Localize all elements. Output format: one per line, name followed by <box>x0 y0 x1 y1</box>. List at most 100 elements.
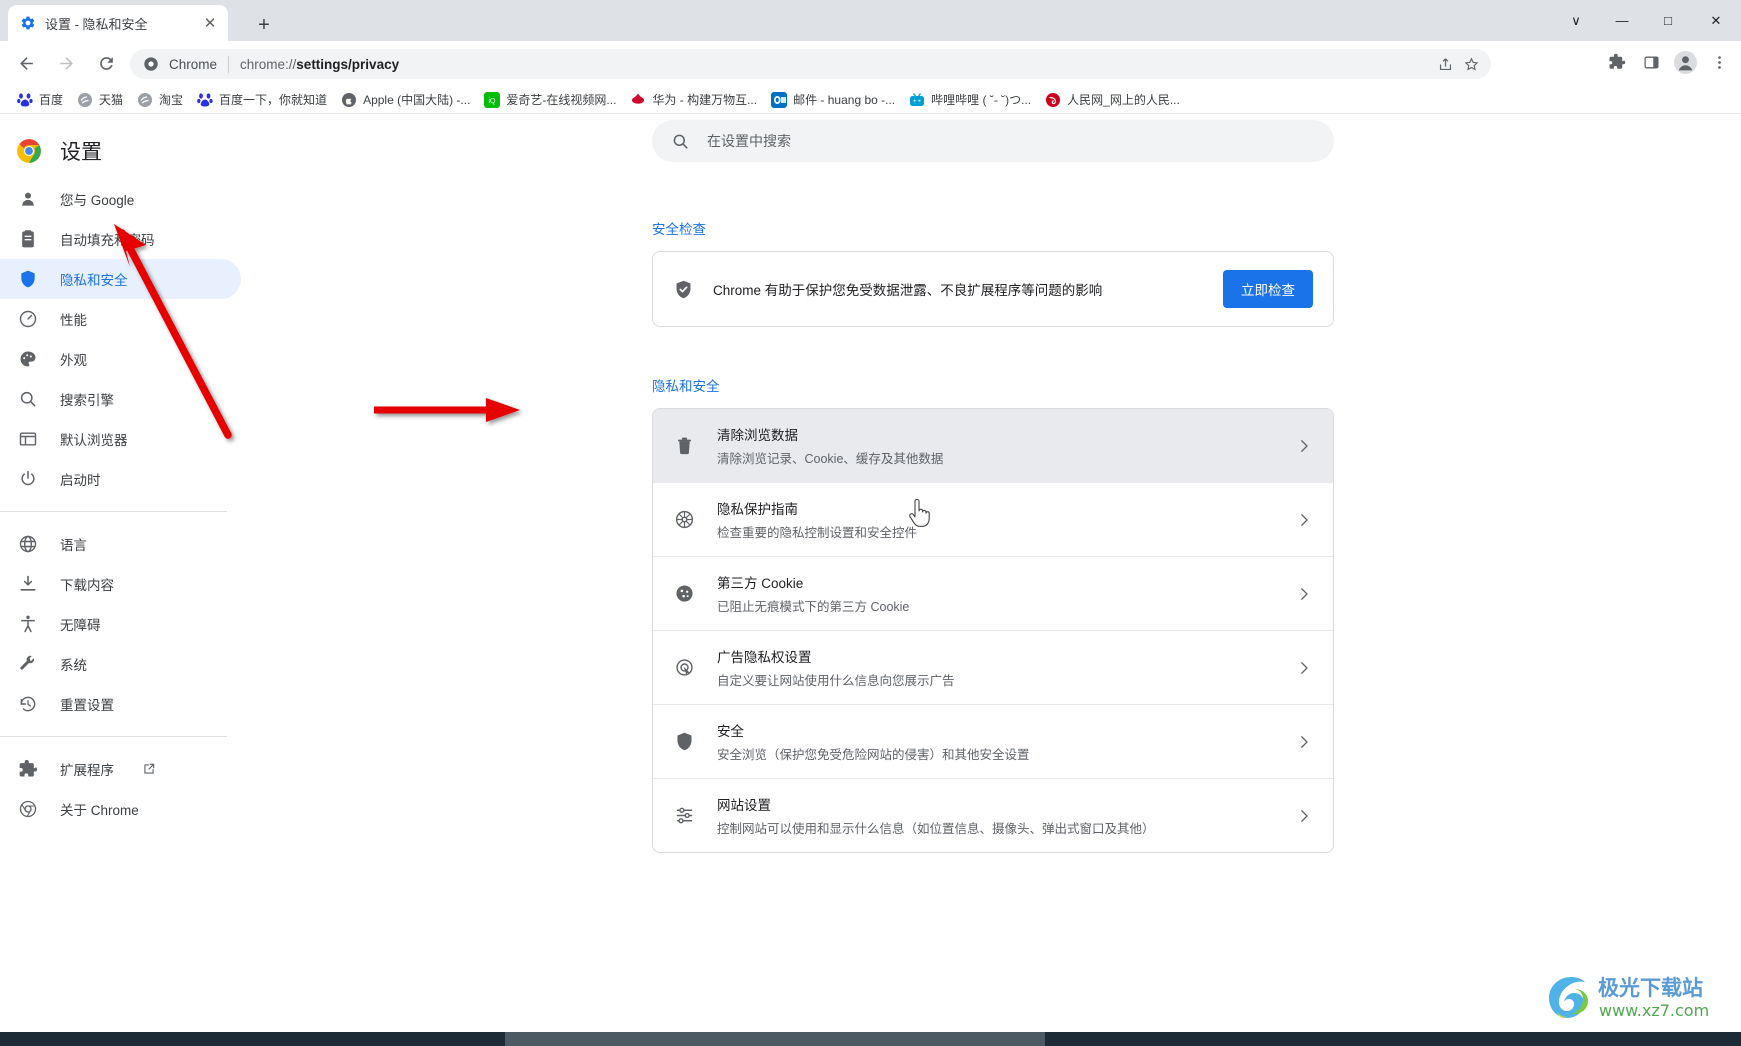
sidebar-item-label: 扩展程序 <box>60 763 114 778</box>
bookmark-item[interactable]: 人民网_网上的人民... <box>1038 88 1187 111</box>
settings-page: 设置 您与 Google 自动填充和密码 隐私和安全 性能 外观 搜索引擎 默认… <box>0 114 1741 1032</box>
chevron-right-icon <box>1301 439 1308 452</box>
sidebar-item-system[interactable]: 系统 <box>0 644 241 684</box>
row-privacy-guide[interactable]: 隐私保护指南 检查重要的隐私控制设置和安全控件 <box>653 482 1333 556</box>
title-bar: 设置 - 隐私和安全 ✕ + ∨ — □ ✕ <box>0 0 1741 41</box>
row-site-settings[interactable]: 网站设置 控制网站可以使用和显示什么信息（如位置信息、摄像头、弹出式窗口及其他） <box>653 778 1333 852</box>
omnibox-brand: Chrome <box>169 56 218 72</box>
row-clear-browsing-data[interactable]: 清除浏览数据 清除浏览记录、Cookie、缓存及其他数据 <box>653 409 1333 482</box>
browser-tab[interactable]: 设置 - 隐私和安全 ✕ <box>8 5 228 41</box>
sidebar-item-default-browser[interactable]: 默认浏览器 <box>0 419 241 459</box>
bookmark-item[interactable]: 邮件 - huang bo -... <box>764 88 902 111</box>
browser-toolbar: Chrome chrome://settings/privacy <box>0 41 1741 86</box>
sidebar-item-downloads[interactable]: 下载内容 <box>0 564 241 604</box>
sidebar-item-autofill-passwords[interactable]: 自动填充和密码 <box>0 219 241 259</box>
bookmark-item[interactable]: 百度一下，你就知道 <box>190 88 334 111</box>
back-icon[interactable] <box>9 47 43 81</box>
globe-icon <box>19 535 37 553</box>
bookmark-label: 邮件 - huang bo -... <box>793 93 896 107</box>
bookmark-item[interactable]: 百度 <box>10 88 70 111</box>
sidebar-item-label: 搜索引擎 <box>60 393 114 408</box>
sidebar-item-about-chrome[interactable]: 关于 Chrome <box>0 789 241 829</box>
privacy-rows: 清除浏览数据 清除浏览记录、Cookie、缓存及其他数据 隐私保护指南 检查重要… <box>652 408 1334 853</box>
bookmark-item[interactable]: 哔哩哔哩 ( ˘- ˘)つ... <box>902 88 1038 111</box>
clipboard-icon <box>22 230 34 248</box>
tab-title: 设置 - 隐私和安全 <box>45 16 148 32</box>
row-ad-privacy[interactable]: 广告隐私权设置 自定义要让网站使用什么信息向您展示广告 <box>653 630 1333 704</box>
forward-icon[interactable] <box>49 47 83 81</box>
sidebar-item-languages[interactable]: 语言 <box>0 524 241 564</box>
window-controls: ∨ — □ ✕ <box>1553 0 1741 41</box>
row-title: 隐私保护指南 <box>717 502 798 517</box>
sidebar-item-appearance[interactable]: 外观 <box>0 339 241 379</box>
sidebar-item-accessibility[interactable]: 无障碍 <box>0 604 241 644</box>
address-bar[interactable]: Chrome chrome://settings/privacy <box>130 49 1491 79</box>
close-window-icon[interactable]: ✕ <box>1691 0 1741 41</box>
new-tab-button[interactable]: + <box>250 11 278 39</box>
sidebar-item-you-and-google[interactable]: 您与 Google <box>0 179 241 219</box>
sidebar-item-label: 关于 Chrome <box>60 803 139 818</box>
sidebar-item-privacy-and-security[interactable]: 隐私和安全 <box>0 259 241 299</box>
side-panel-icon[interactable] <box>1635 46 1667 78</box>
search-icon <box>673 134 688 149</box>
settings-sidebar: 设置 您与 Google 自动填充和密码 隐私和安全 性能 外观 搜索引擎 默认… <box>0 114 245 1032</box>
reload-icon[interactable] <box>89 47 123 81</box>
taskbar-segment <box>0 1032 505 1046</box>
bookmark-star-icon[interactable] <box>1459 52 1483 76</box>
bookmark-item[interactable]: iQ 爱奇艺-在线视频网... <box>477 88 623 111</box>
people-icon <box>1046 92 1061 107</box>
chrome-logo-icon <box>17 139 41 163</box>
bookmark-item[interactable]: Apple (中国大陆) -... <box>334 88 477 111</box>
check-now-button[interactable]: 立即检查 <box>1223 270 1313 308</box>
bookmark-label: 爱奇艺-在线视频网... <box>506 93 617 107</box>
extensions-puzzle-icon[interactable] <box>1601 46 1633 78</box>
three-dot-menu-icon[interactable] <box>1703 46 1735 78</box>
sidebar-item-label: 默认浏览器 <box>60 433 128 448</box>
row-subtitle: 清除浏览记录、Cookie、缓存及其他数据 <box>717 452 944 466</box>
sidebar-item-search-engine[interactable]: 搜索引擎 <box>0 379 241 419</box>
sidebar-divider <box>0 736 227 737</box>
sliders-icon <box>676 807 693 824</box>
row-security[interactable]: 安全 安全浏览（保护您免受危险网站的侵害）和其他安全设置 <box>653 704 1333 778</box>
minimize-icon[interactable]: — <box>1599 0 1645 41</box>
accessibility-icon <box>21 615 35 633</box>
maximize-icon[interactable]: □ <box>1645 0 1691 41</box>
apple-icon <box>342 92 357 107</box>
search-input[interactable]: 在设置中搜索 <box>652 120 1334 162</box>
privacy-section-title: 隐私和安全 <box>652 379 720 394</box>
close-icon[interactable]: ✕ <box>200 13 220 33</box>
huawei-icon <box>632 93 645 104</box>
sidebar-item-on-startup[interactable]: 启动时 <box>0 459 241 499</box>
safety-check-title: 安全检查 <box>652 222 706 237</box>
bookmark-item[interactable]: 淘宝 <box>130 88 190 111</box>
security-shield-icon <box>677 732 692 751</box>
profile-avatar-icon[interactable] <box>1669 46 1701 78</box>
sidebar-item-label: 系统 <box>60 658 87 673</box>
bookmark-label: 百度一下，你就知道 <box>219 93 328 107</box>
bookmark-label: 天猫 <box>99 93 124 107</box>
settings-title: 设置 <box>60 141 102 164</box>
sidebar-item-performance[interactable]: 性能 <box>0 299 241 339</box>
bookmark-label: 华为 - 构建万物互... <box>652 93 758 107</box>
sidebar-item-extensions[interactable]: 扩展程序 <box>0 749 241 789</box>
row-third-party-cookies[interactable]: 第三方 Cookie 已阻止无痕模式下的第三方 Cookie <box>653 556 1333 630</box>
tab-search-icon[interactable]: ∨ <box>1553 0 1599 41</box>
row-text: 清除浏览数据 清除浏览记录、Cookie、缓存及其他数据 <box>717 424 1273 467</box>
row-text: 第三方 Cookie 已阻止无痕模式下的第三方 Cookie <box>717 572 1273 615</box>
sidebar-group-3: 扩展程序 关于 Chrome <box>0 749 245 829</box>
omnibox-actions <box>1433 52 1483 76</box>
omnibox-separator <box>228 55 230 73</box>
chevron-right-icon <box>1301 513 1308 526</box>
bookmark-item[interactable]: 天猫 <box>70 88 130 111</box>
puzzle-icon <box>19 759 38 777</box>
row-text: 隐私保护指南 检查重要的隐私控制设置和安全控件 <box>717 498 1273 541</box>
bookmark-item[interactable]: 华为 - 构建万物互... <box>623 88 764 111</box>
share-icon[interactable] <box>1433 52 1457 76</box>
browser-window-icon <box>19 432 37 446</box>
safety-check-row: Chrome 有助于保护您免受数据泄露、不良扩展程序等问题的影响 立即检查 <box>653 252 1333 326</box>
browser-window: 设置 - 隐私和安全 ✕ + ∨ — □ ✕ Chrome chrome://s… <box>0 0 1741 1046</box>
sidebar-group-2: 语言 下载内容 无障碍 系统 重置设置 <box>0 524 245 724</box>
chevron-right-icon <box>1301 735 1308 748</box>
sidebar-item-reset-settings[interactable]: 重置设置 <box>0 684 241 724</box>
sidebar-group-1: 您与 Google 自动填充和密码 隐私和安全 性能 外观 搜索引擎 默认浏览器… <box>0 179 245 499</box>
